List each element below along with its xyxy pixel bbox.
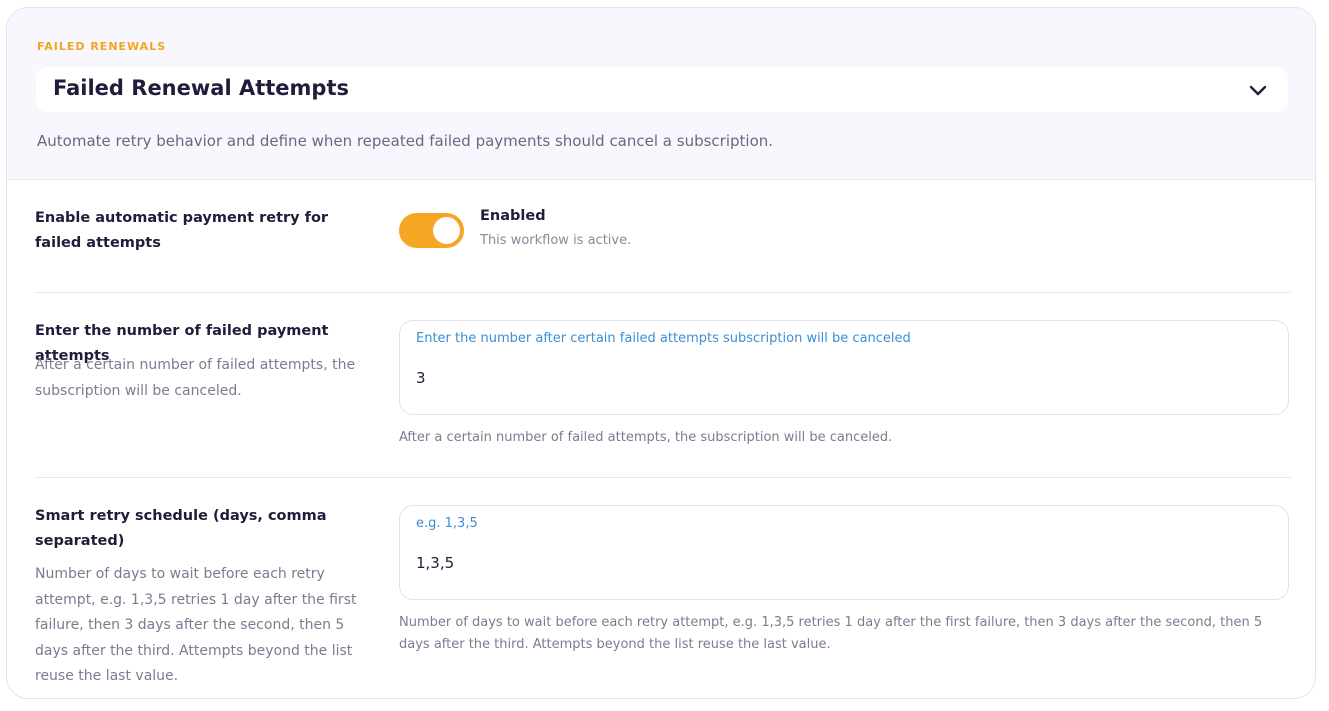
- card-header: FAILED RENEWALS Failed Renewal Attempts …: [7, 8, 1315, 180]
- retry-schedule-hint: Number of days to wait before each retry…: [399, 615, 1263, 652]
- divider: [34, 292, 1291, 293]
- section-accordion-toggle[interactable]: Failed Renewal Attempts: [36, 67, 1288, 112]
- retry-schedule-description: Number of days to wait before each retry…: [35, 566, 357, 684]
- chevron-down-icon[interactable]: [1248, 80, 1268, 100]
- divider: [34, 477, 1291, 478]
- toggle-state-label: Enabled: [480, 208, 546, 224]
- retry-toggle-label: Enable automatic payment retry for faile…: [35, 210, 329, 251]
- section-title: Failed Renewal Attempts: [53, 76, 349, 100]
- retry-schedule-label: Smart retry schedule (days, comma separa…: [35, 508, 327, 549]
- toggle-state-description: This workflow is active.: [480, 233, 632, 248]
- failed-attempts-value[interactable]: 3: [416, 369, 426, 387]
- failed-attempts-hint: After a certain number of failed attempt…: [399, 430, 893, 445]
- retry-schedule-placeholder: e.g. 1,3,5: [416, 516, 478, 531]
- retry-schedule-input[interactable]: e.g. 1,3,5 1,3,5: [399, 505, 1289, 600]
- retry-schedule-value[interactable]: 1,3,5: [416, 554, 454, 572]
- failed-attempts-input[interactable]: Enter the number after certain failed at…: [399, 320, 1289, 415]
- section-subtitle: Automate retry behavior and define when …: [37, 132, 774, 150]
- failed-renewals-card: FAILED RENEWALS Failed Renewal Attempts …: [6, 7, 1316, 699]
- failed-attempts-description: After a certain number of failed attempt…: [35, 357, 356, 399]
- section-eyebrow: FAILED RENEWALS: [37, 40, 167, 53]
- toggle-knob: [433, 217, 460, 244]
- failed-attempts-placeholder: Enter the number after certain failed at…: [416, 331, 911, 346]
- retry-toggle-switch[interactable]: [399, 213, 464, 248]
